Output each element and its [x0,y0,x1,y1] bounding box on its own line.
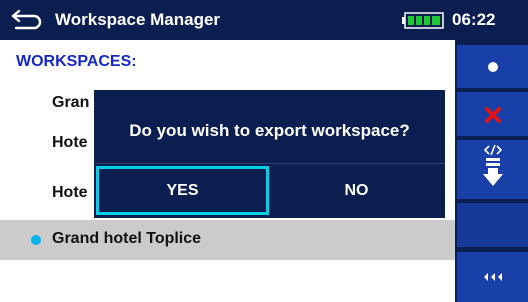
more-options-icon [484,273,502,281]
section-heading: WORKSPACES: [16,53,137,70]
yes-button-label: YES [166,181,199,199]
workspace-row-label: Hote [52,134,88,151]
selected-dot-icon [31,235,41,245]
workspace-row-selected[interactable]: Grand hotel Toplice [0,220,455,260]
back-arrow-icon[interactable] [10,7,44,33]
workspace-row-label: Gran [52,94,90,111]
empty-side-button [457,203,528,247]
dialog-message: Do you wish to export workspace? [129,121,410,140]
workspace-row-label: Grand hotel Toplice [52,230,202,247]
more-options-button[interactable] [457,252,528,302]
delete-button[interactable] [457,92,528,136]
delete-x-icon [485,107,501,123]
action-sidebar [455,40,528,302]
no-button-label: NO [344,181,369,199]
export-confirm-dialog: Do you wish to export workspace? YES NO [94,90,445,218]
open-workspace-button[interactable] [457,45,528,88]
workspace-row-label: Hote [52,184,88,201]
no-button[interactable]: NO [270,166,443,215]
export-icon [483,144,503,186]
page-title: Workspace Manager [55,10,221,29]
export-button[interactable] [457,140,528,199]
dialog-divider [94,163,445,164]
yes-button[interactable]: YES [96,166,269,215]
title-bar: Workspace Manager 06:22 [0,0,528,40]
battery-icon [402,12,444,29]
clock: 06:22 [452,10,496,29]
dot-icon [488,62,498,72]
